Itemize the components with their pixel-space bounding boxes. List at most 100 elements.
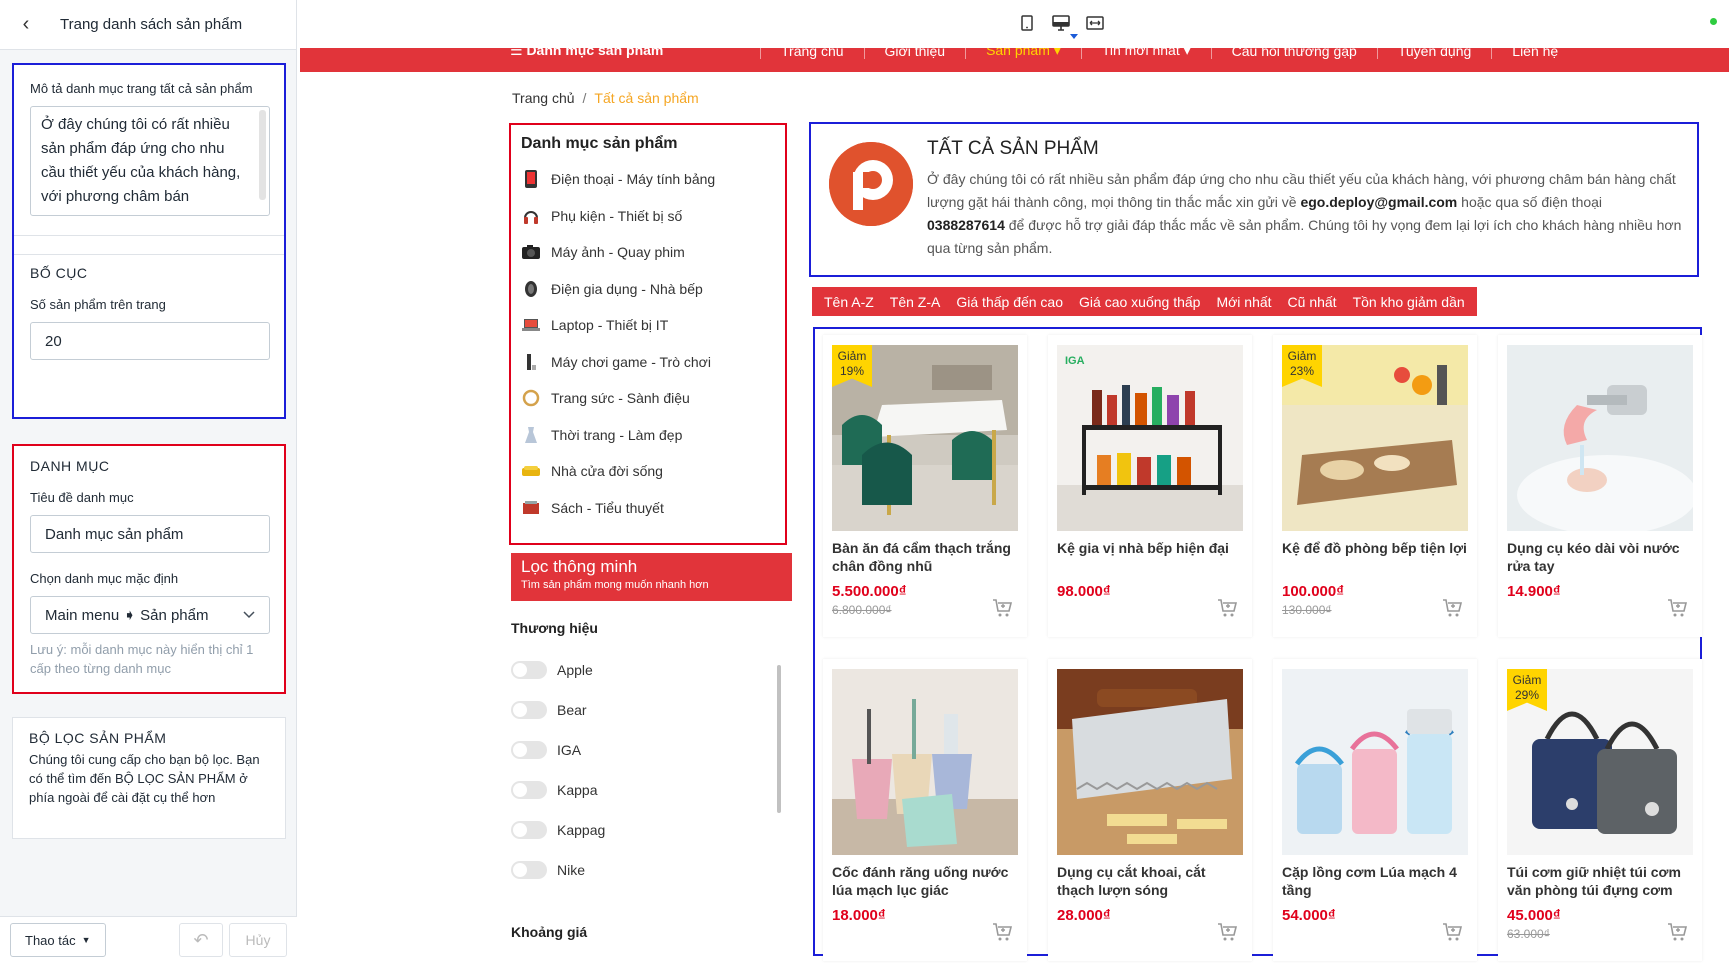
product-name[interactable]: Túi cơm giữ nhiệt túi cơm văn phòng túi … — [1507, 863, 1693, 899]
breadcrumb-home[interactable]: Trang chủ — [512, 90, 575, 106]
laptop-icon — [521, 315, 541, 335]
nav-link-contact[interactable]: Liên hệ — [1491, 48, 1578, 59]
category-item-cameras[interactable]: Máy ảnh - Quay phim — [521, 234, 775, 271]
collection-phone: 0388287614 — [927, 217, 1005, 233]
sort-stock[interactable]: Tồn kho giảm dần — [1345, 294, 1473, 310]
toggle-switch[interactable] — [511, 781, 547, 799]
category-item-home[interactable]: Nhà cửa đời sống — [521, 453, 775, 490]
cart-icon[interactable] — [1666, 597, 1688, 619]
textarea-scrollbar[interactable] — [259, 110, 266, 200]
collection-email: ego.deploy@gmail.com — [1300, 194, 1458, 210]
sort-newest[interactable]: Mới nhất — [1208, 294, 1279, 310]
toggle-switch[interactable] — [511, 701, 547, 719]
nav-link-about[interactable]: Giới thiệu — [863, 48, 966, 59]
sort-name-asc[interactable]: Tên A-Z — [816, 294, 882, 310]
camera-icon — [521, 242, 541, 262]
category-item-accessories[interactable]: Phụ kiện - Thiết bị số — [521, 198, 775, 235]
category-item-books[interactable]: Sách - Tiểu thuyết — [521, 490, 775, 527]
sort-name-desc[interactable]: Tên Z-A — [882, 294, 949, 310]
cart-icon[interactable] — [1441, 597, 1463, 619]
toggle-switch[interactable] — [511, 861, 547, 879]
product-image[interactable] — [1282, 669, 1468, 855]
product-name[interactable]: Dụng cụ cắt khoai, cắt thạch lượn sóng — [1057, 863, 1243, 899]
product-card[interactable]: Dụng cụ kéo dài vòi nước rửa tay 14.900₫ — [1498, 335, 1702, 637]
brand-label: IGA — [557, 742, 582, 758]
toothbrush-cups-image — [832, 669, 1018, 855]
brand-option[interactable]: Bear — [511, 690, 781, 730]
product-image[interactable]: Giảm 29% — [1507, 669, 1693, 855]
product-name[interactable]: Kệ để đồ phòng bếp tiện lợi — [1282, 539, 1468, 575]
toggle-switch[interactable] — [511, 741, 547, 759]
category-item-laptops[interactable]: Laptop - Thiết bị IT — [521, 307, 775, 344]
caret-down-icon: ▼ — [81, 935, 91, 945]
product-name[interactable]: Cốc đánh răng uống nước lúa mạch lục giá… — [832, 863, 1018, 899]
product-card[interactable]: IGA Kệ gia vị nhà bếp hiện đại 98.000₫ — [1048, 335, 1252, 637]
sort-oldest[interactable]: Cũ nhất — [1280, 294, 1345, 310]
product-card[interactable]: Giảm 19% Bàn ăn đá cẩm thạch trắng chân đ… — [823, 335, 1027, 637]
product-name[interactable]: Bàn ăn đá cẩm thạch trắng chân đồng nhũ — [832, 539, 1018, 575]
product-name[interactable]: Dụng cụ kéo dài vòi nước rửa tay — [1507, 539, 1693, 575]
faucet-extender-image — [1507, 345, 1693, 531]
collection-logo — [829, 142, 913, 226]
product-card[interactable]: Dụng cụ cắt khoai, cắt thạch lượn sóng 2… — [1048, 659, 1252, 961]
cart-icon[interactable] — [1216, 597, 1238, 619]
cart-icon[interactable] — [1666, 921, 1688, 943]
cart-icon[interactable] — [1441, 921, 1463, 943]
cart-icon[interactable] — [991, 921, 1013, 943]
product-card[interactable]: Giảm 29% Túi cơm giữ nhiệt túi cơm văn ph… — [1498, 659, 1702, 961]
desktop-icon[interactable] — [1052, 14, 1070, 32]
price-range-heading: Khoảng giá — [511, 924, 588, 940]
product-card[interactable]: Cốc đánh răng uống nước lúa mạch lục giá… — [823, 659, 1027, 961]
category-item-jewelry[interactable]: Trang sức - Sành điệu — [521, 380, 775, 417]
sort-price-asc[interactable]: Giá thấp đến cao — [948, 294, 1071, 310]
back-arrow-icon[interactable]: ‹ — [14, 13, 38, 37]
editor-header: ‹ Trang danh sách sản phẩm — [0, 0, 296, 50]
category-item-phones[interactable]: Điện thoại - Máy tính bảng — [521, 161, 775, 198]
active-device-indicator — [1070, 34, 1078, 39]
category-item-label: Điện gia dụng - Nhà bếp — [551, 280, 703, 297]
product-card[interactable]: Cặp lồng cơm Lúa mạch 4 tầng 54.000₫ — [1273, 659, 1477, 961]
cart-icon[interactable] — [991, 597, 1013, 619]
product-name[interactable]: Kệ gia vị nhà bếp hiện đại — [1057, 539, 1243, 575]
sort-price-desc[interactable]: Giá cao xuống thấp — [1071, 294, 1208, 310]
nav-link-home[interactable]: Trang chủ — [760, 48, 864, 59]
undo-icon[interactable]: ↶ — [179, 923, 223, 957]
nav-link-news[interactable]: Tin mới nhất ▾ — [1080, 48, 1211, 59]
brand-option[interactable]: Nike — [511, 850, 781, 890]
cancel-button[interactable]: Hủy — [229, 923, 287, 957]
product-card[interactable]: Giảm 23% Kệ để đồ phòng bếp tiện lợi 100.… — [1273, 335, 1477, 637]
layout-heading: BỐ CỤC — [30, 265, 88, 281]
nav-categories[interactable]: ☰ Danh mục sản phẩm — [510, 48, 760, 59]
nav-link-faq[interactable]: Câu hỏi thường gặp — [1210, 48, 1377, 59]
actions-button[interactable]: Thao tác ▼ — [10, 923, 106, 957]
nav-link-jobs[interactable]: Tuyển dụng — [1376, 48, 1491, 59]
per-page-input[interactable]: 20 — [30, 322, 270, 360]
category-item-appliances[interactable]: Điện gia dụng - Nhà bếp — [521, 271, 775, 308]
product-image[interactable]: Giảm 19% — [832, 345, 1018, 531]
brand-scrollbar[interactable] — [777, 665, 781, 813]
brand-option[interactable]: Kappag — [511, 810, 781, 850]
brand-label: Kappa — [557, 782, 598, 798]
brand-option[interactable]: Kappa — [511, 770, 781, 810]
nav-link-products[interactable]: Sản phẩm ▾ — [965, 48, 1081, 59]
toggle-switch[interactable] — [511, 821, 547, 839]
product-name[interactable]: Cặp lồng cơm Lúa mạch 4 tầng — [1282, 863, 1468, 899]
brand-option[interactable]: Apple — [511, 650, 781, 690]
default-category-select[interactable]: Main menu ➧ Sản phẩm — [30, 596, 270, 634]
product-image[interactable]: Giảm 23% — [1282, 345, 1468, 531]
full-width-icon[interactable] — [1086, 14, 1104, 32]
cart-icon[interactable] — [1216, 921, 1238, 943]
product-image[interactable]: IGA — [1057, 345, 1243, 531]
category-title-input[interactable]: Danh mục sản phẩm — [30, 515, 270, 553]
product-image[interactable] — [1507, 345, 1693, 531]
product-image[interactable] — [832, 669, 1018, 855]
category-item-label: Thời trang - Làm đẹp — [551, 426, 683, 443]
description-textarea[interactable]: Ở đây chúng tôi có rất nhiều sản phẩm đá… — [30, 106, 270, 216]
toggle-switch[interactable] — [511, 661, 547, 679]
category-item-games[interactable]: Máy chơi game - Trò chơi — [521, 344, 775, 381]
product-image[interactable] — [1057, 669, 1243, 855]
mobile-icon[interactable] — [1018, 14, 1036, 32]
smart-filter-title: Lọc thông minh — [521, 557, 638, 576]
category-item-fashion[interactable]: Thời trang - Làm đẹp — [521, 417, 775, 454]
brand-option[interactable]: IGA — [511, 730, 781, 770]
